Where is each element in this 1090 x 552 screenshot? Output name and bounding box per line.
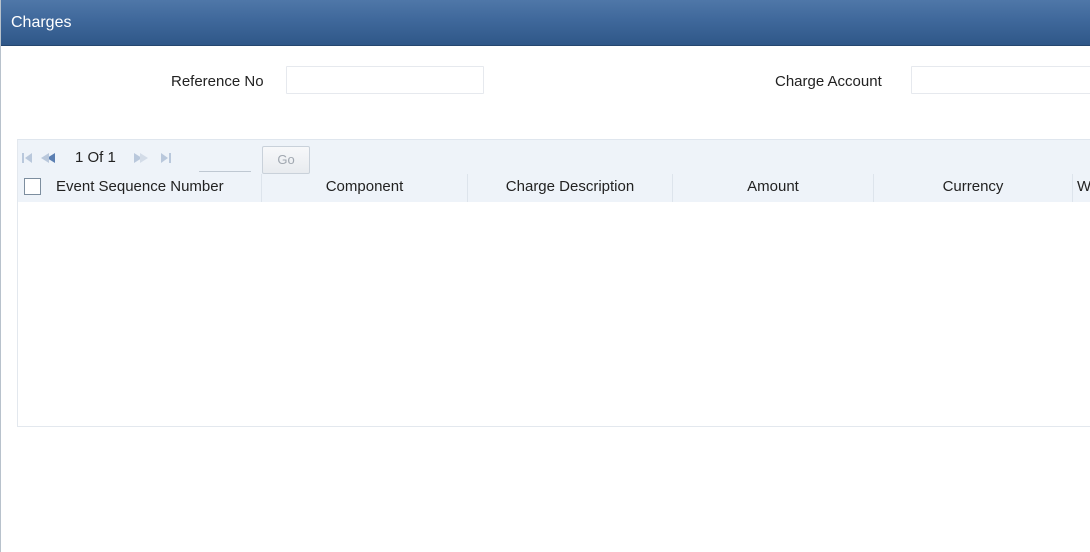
grid-header-row: Event Sequence Number Component Charge D… — [18, 174, 1090, 202]
grid-body — [18, 202, 1090, 426]
column-header-charge-description[interactable]: Charge Description — [468, 174, 673, 202]
previous-page-icon[interactable] — [41, 153, 55, 163]
charge-account-label: Charge Account — [775, 73, 882, 90]
select-all-checkbox[interactable] — [24, 178, 41, 195]
charges-grid: 1 Of 1 Go Event Sequence Number Componen… — [17, 139, 1090, 427]
grid-pager: 1 Of 1 Go — [18, 140, 1090, 174]
go-button[interactable]: Go — [262, 146, 310, 174]
charges-window: Charges Reference No Charge Account 1 Of… — [0, 0, 1090, 552]
column-header-event-sequence-number[interactable]: Event Sequence Number — [18, 174, 262, 202]
column-header-currency[interactable]: Currency — [874, 174, 1073, 202]
column-label: Event Sequence Number — [56, 178, 224, 195]
window-title: Charges — [11, 14, 72, 31]
column-header-truncated[interactable]: W — [1073, 174, 1090, 202]
page-info: 1 Of 1 — [75, 149, 116, 166]
reference-no-field[interactable] — [286, 66, 484, 94]
title-bar: Charges — [1, 0, 1090, 46]
column-header-amount[interactable]: Amount — [673, 174, 874, 202]
page-number-input[interactable] — [199, 148, 251, 172]
reference-no-label: Reference No — [171, 73, 264, 90]
column-header-component[interactable]: Component — [262, 174, 468, 202]
charge-account-field[interactable] — [911, 66, 1090, 94]
first-page-icon[interactable] — [22, 153, 32, 163]
next-page-icon[interactable] — [134, 153, 148, 163]
last-page-icon[interactable] — [161, 153, 171, 163]
